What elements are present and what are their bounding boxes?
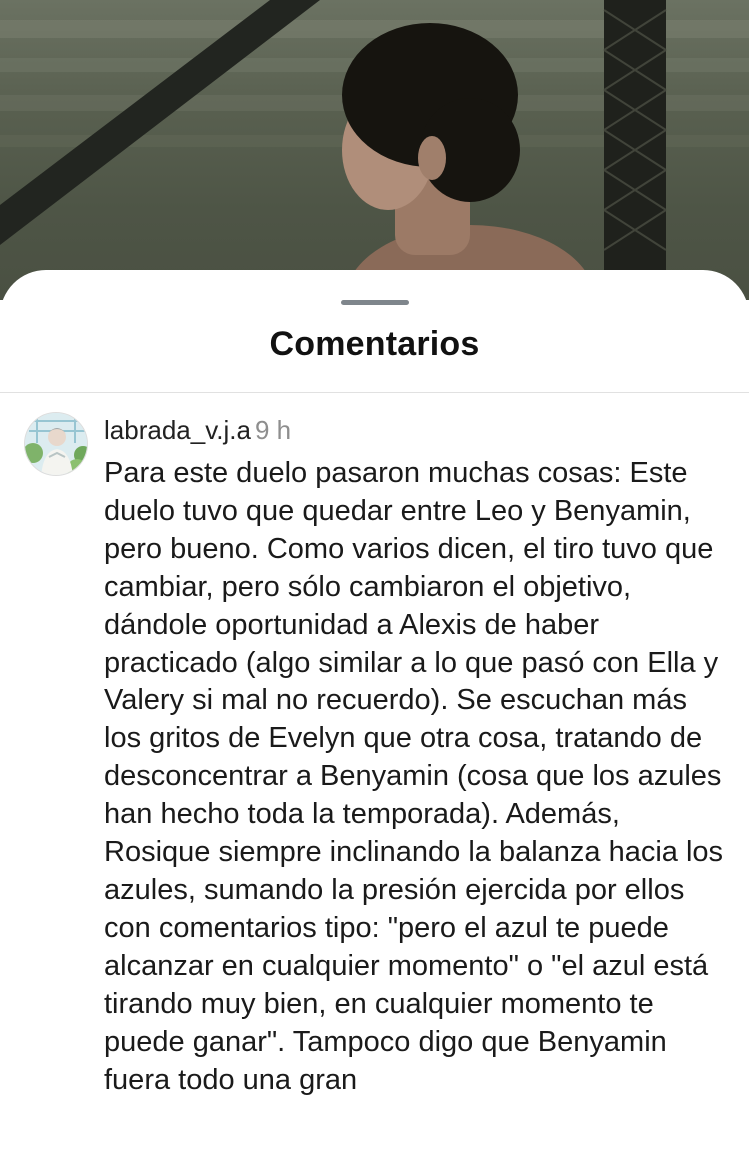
comment-timestamp: 9 h [254, 415, 292, 445]
comment-meta: labrada_v.j.a 9 h [104, 415, 291, 445]
avatar-image-icon [25, 413, 87, 475]
video-background [0, 0, 749, 300]
video-frame-art [0, 0, 749, 300]
sheet-title: Comentarios [269, 325, 480, 363]
comment-username[interactable]: labrada_v.j.a [104, 415, 251, 445]
user-avatar[interactable] [24, 412, 88, 476]
comment-text: Para este duelo pasaron muchas cosas: Es… [104, 457, 724, 1096]
divider [0, 392, 749, 393]
comments-sheet: Comentarios labrada_v.j.a 9 h Para este … [0, 270, 749, 1152]
sheet-drag-handle[interactable] [341, 300, 409, 305]
